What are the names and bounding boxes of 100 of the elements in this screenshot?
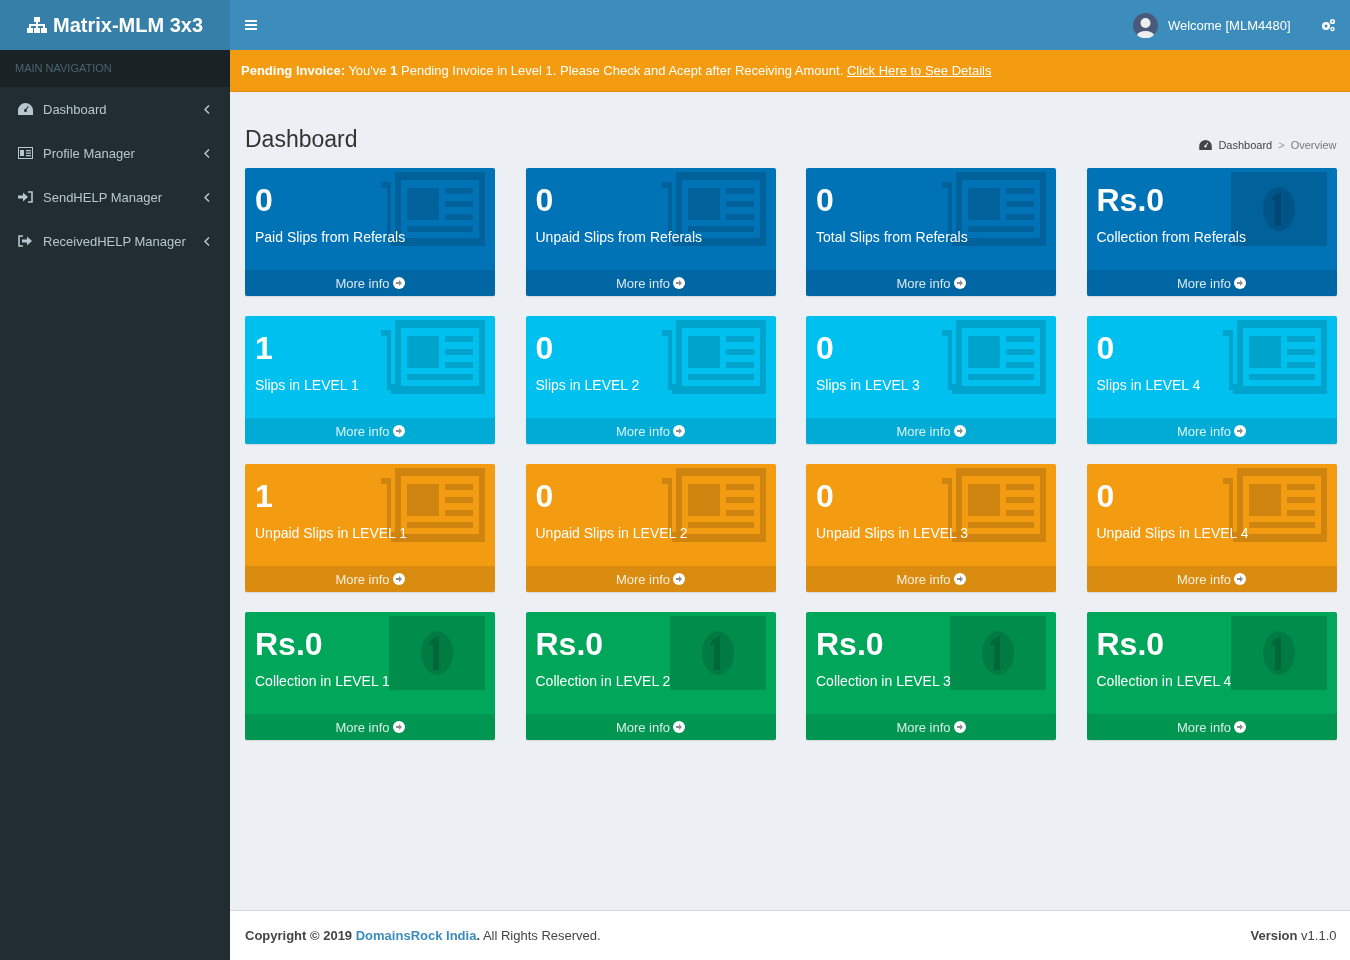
stat-value: 0: [535, 329, 554, 368]
stat-value: Rs.0: [535, 625, 604, 664]
banknote-icon: [389, 616, 485, 690]
nav-header: MAIN NAVIGATION: [0, 50, 230, 87]
sidebar-item[interactable]: ReceivedHELP Manager: [0, 219, 230, 263]
arrow-circle-right-icon: [953, 573, 966, 585]
page-title: Dashboard: [245, 126, 358, 153]
company-link[interactable]: DomainsRock India: [355, 928, 477, 943]
arrow-circle-right-icon: [392, 277, 405, 289]
more-info-link[interactable]: More info: [525, 270, 776, 296]
newspaper-icon: [942, 320, 1046, 394]
copyright-text: Copyright © 2019 DomainsRock India. All Rights Reserved.: [245, 928, 601, 943]
chevron-left-icon: [204, 104, 210, 114]
stat-value: 1: [255, 477, 273, 516]
stat-label: Collection in LEVEL 2: [535, 673, 671, 689]
breadcrumb-link[interactable]: Overview: [1290, 139, 1337, 151]
more-info-link[interactable]: More info: [525, 566, 776, 592]
stat-value: Rs.0: [1096, 625, 1165, 664]
newspaper-icon: [1222, 320, 1327, 394]
arrow-circle-right-icon: [1234, 425, 1247, 437]
sign-in-icon: [18, 191, 33, 203]
more-info-link[interactable]: More info: [806, 418, 1056, 444]
alert-message: Pending Invoice: You've 1 Pending Invoice in Level 1. Please Check and Acept after Receiving Amount. Click Here to See Details: [241, 63, 992, 78]
stat-value: 0: [816, 477, 834, 516]
stat-label: Unpaid Slips from Referals: [535, 229, 702, 245]
stat-label: Collection from Referals: [1096, 229, 1246, 245]
arrow-circle-right-icon: [1234, 573, 1247, 585]
more-info-link[interactable]: More info: [245, 418, 495, 444]
stat-label: Unpaid Slips in LEVEL 3: [816, 525, 969, 541]
avatar-icon: [1132, 12, 1158, 38]
brand-title: Matrix-MLM 3x3: [53, 13, 203, 37]
arrow-circle-right-icon: [673, 721, 686, 733]
stat-value: 0: [816, 181, 834, 220]
arrow-circle-right-icon: [1234, 721, 1247, 733]
stat-label: Paid Slips from Referals: [255, 229, 406, 245]
more-info-link[interactable]: More info: [806, 714, 1056, 740]
stat-label: Slips in LEVEL 3: [816, 377, 920, 393]
stat-label: Total Slips from Referals: [816, 229, 968, 245]
sitemap-icon: [27, 17, 47, 33]
stat-value: 0: [255, 181, 273, 220]
more-info-link[interactable]: More info: [1086, 418, 1337, 444]
arrow-circle-right-icon: [953, 721, 966, 733]
arrow-circle-right-icon: [392, 573, 405, 585]
banknote-icon: [669, 616, 766, 690]
stat-value: Rs.0: [1096, 181, 1165, 220]
arrow-circle-right-icon: [953, 425, 966, 437]
more-info-link[interactable]: More info: [525, 714, 776, 740]
stat-label: Unpaid Slips in LEVEL 4: [1096, 525, 1249, 541]
banknote-icon: [1230, 616, 1327, 690]
arrow-circle-right-icon: [673, 425, 686, 437]
more-info-link[interactable]: More info: [1086, 270, 1337, 296]
chevron-left-icon: [204, 148, 210, 158]
stat-label: Collection in LEVEL 4: [1096, 673, 1232, 689]
breadcrumb-link[interactable]: Dashboard: [1218, 139, 1273, 151]
stat-label: Slips in LEVEL 1: [255, 377, 359, 393]
stat-value: 0: [1096, 477, 1115, 516]
stat-value: Rs.0: [255, 625, 323, 664]
brand-bar[interactable]: Matrix-MLM 3x3: [0, 0, 230, 50]
details-link[interactable]: Click Here to See Details: [846, 63, 992, 78]
more-info-link[interactable]: More info: [1086, 566, 1337, 592]
sidebar-item[interactable]: Dashboard: [0, 87, 230, 131]
menu-icon: [245, 20, 257, 30]
banknote-icon: [950, 616, 1046, 690]
newspaper-icon: [661, 320, 766, 394]
chevron-left-icon: [204, 236, 210, 246]
settings-icon: [1320, 18, 1336, 32]
stat-label: Slips in LEVEL 2: [535, 377, 640, 393]
dashboard-icon: [18, 103, 33, 115]
arrow-circle-right-icon: [953, 277, 966, 289]
more-info-link[interactable]: More info: [245, 566, 495, 592]
arrow-circle-right-icon: [673, 573, 686, 585]
user-menu[interactable]: Welcome [MLM4480]: [1117, 12, 1306, 38]
arrow-circle-right-icon: [392, 721, 405, 733]
sidebar-item[interactable]: SendHELP Manager: [0, 175, 230, 219]
stat-label: Collection in LEVEL 1: [255, 673, 390, 689]
arrow-circle-right-icon: [1234, 277, 1247, 289]
more-info-link[interactable]: More info: [245, 714, 495, 740]
more-info-link[interactable]: More info: [525, 418, 776, 444]
stat-value: 0: [535, 477, 554, 516]
stat-value: 0: [535, 181, 554, 220]
version-text: Version v1.1.0: [1250, 928, 1337, 943]
stat-value: Rs.0: [816, 625, 884, 664]
stat-value: 1: [255, 329, 273, 368]
stat-label: Collection in LEVEL 3: [816, 673, 951, 689]
arrow-circle-right-icon: [673, 277, 686, 289]
sign-out-icon: [18, 235, 33, 247]
more-info-link[interactable]: More info: [245, 270, 495, 296]
more-info-link[interactable]: More info: [1086, 714, 1337, 740]
stat-label: Slips in LEVEL 4: [1096, 377, 1201, 393]
stat-label: Unpaid Slips in LEVEL 2: [535, 525, 688, 541]
chevron-left-icon: [204, 192, 210, 202]
dashboard-icon: [1199, 140, 1213, 150]
arrow-circle-right-icon: [392, 425, 405, 437]
sidebar-item[interactable]: Profile Manager: [0, 131, 230, 175]
more-info-link[interactable]: More info: [806, 270, 1056, 296]
stat-label: Unpaid Slips in LEVEL 1: [255, 525, 408, 541]
stat-value: 0: [816, 329, 834, 368]
breadcrumb-separator: >: [1278, 139, 1285, 151]
id-card-icon: [18, 147, 33, 159]
more-info-link[interactable]: More info: [806, 566, 1056, 592]
